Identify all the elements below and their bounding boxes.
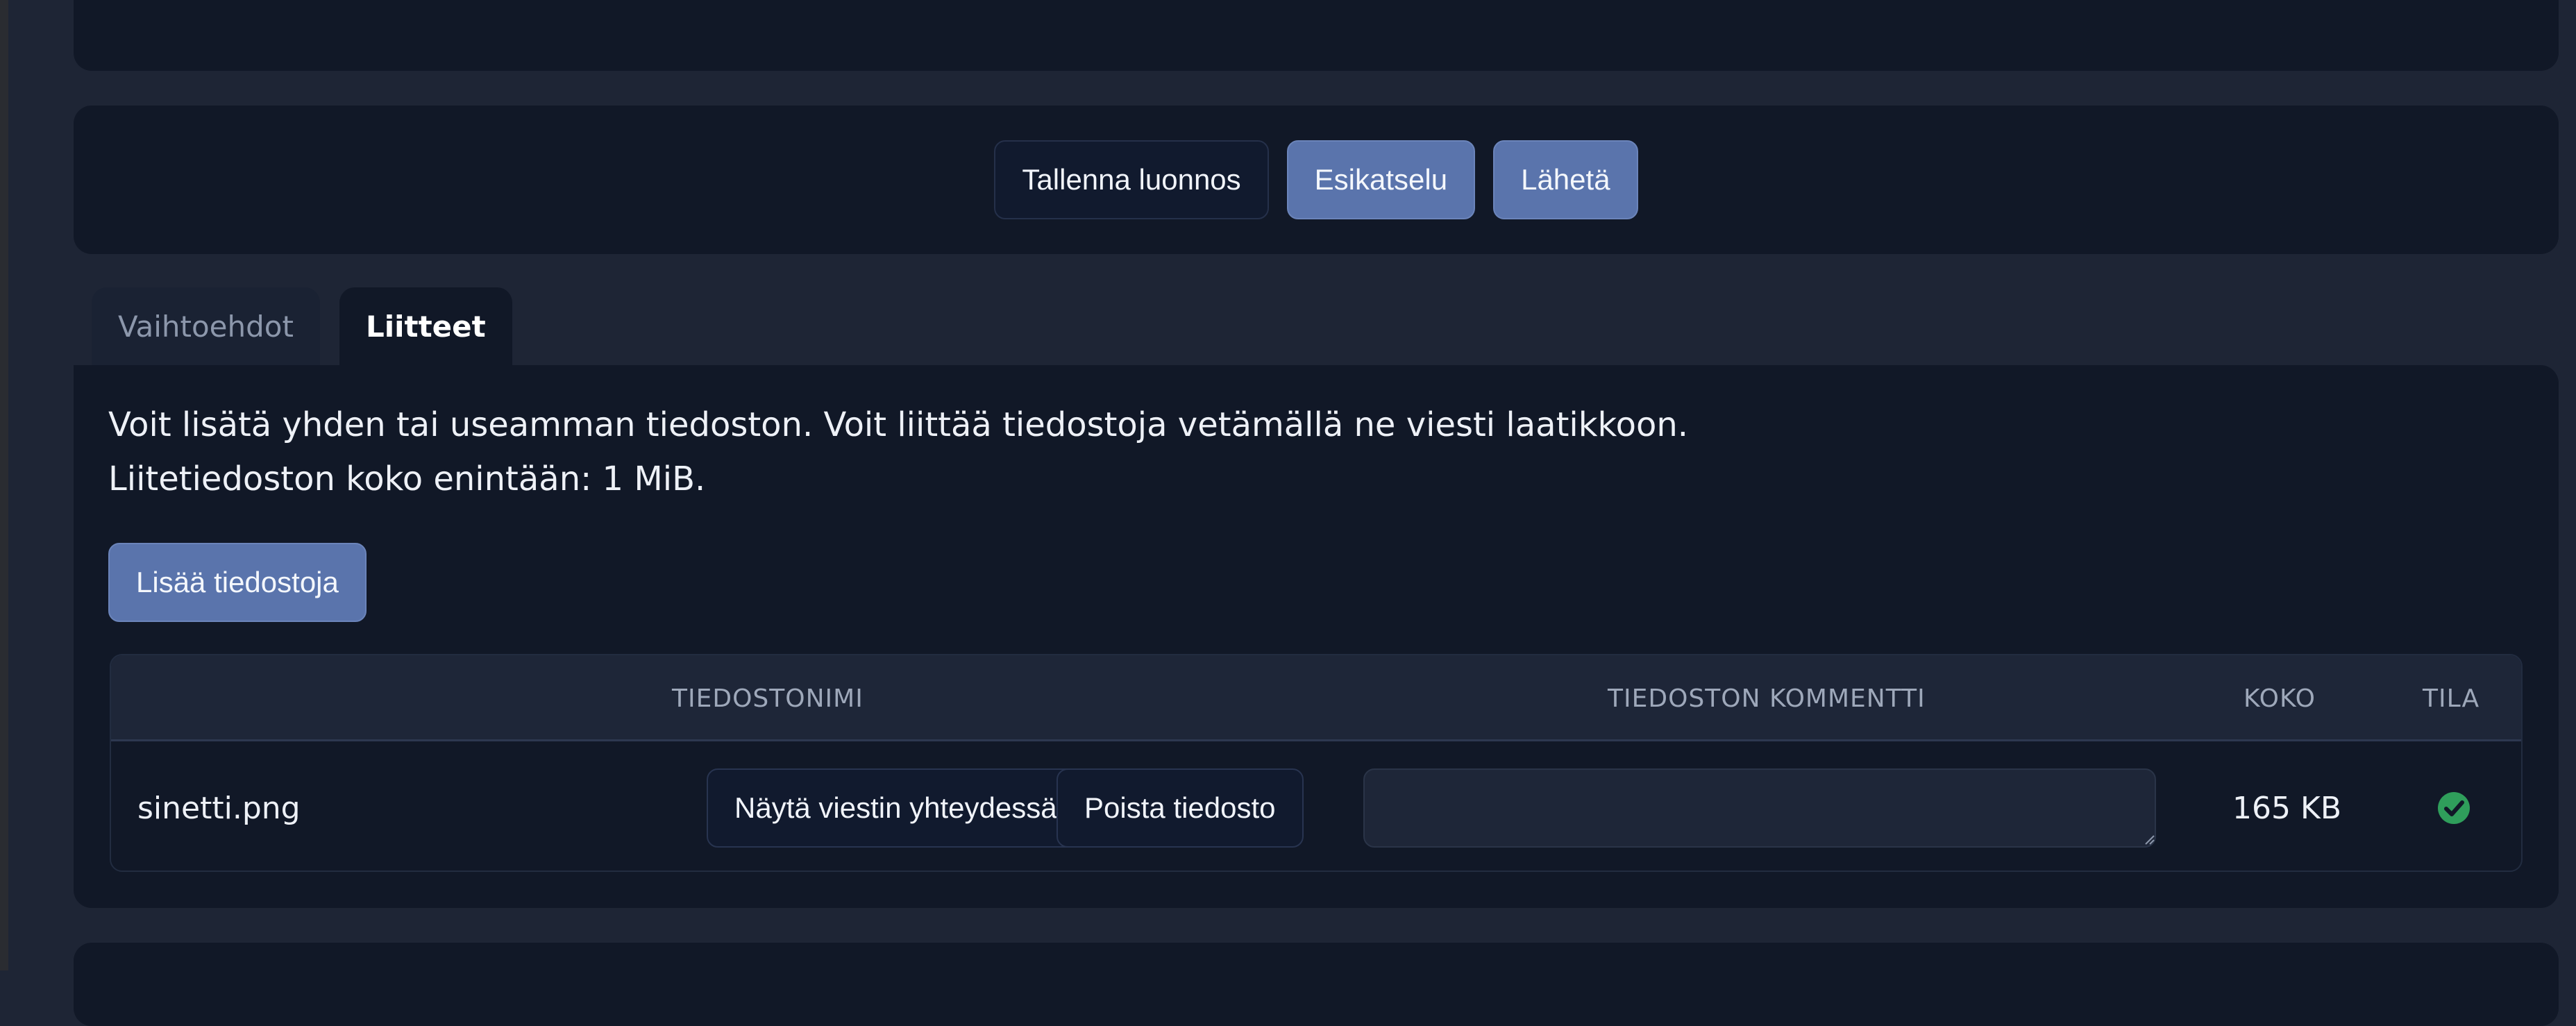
attachments-help-text: Voit lisätä yhden tai useamman tiedoston… — [108, 405, 1689, 444]
column-comment: TIEDOSTON KOMMENTTI — [1608, 684, 1926, 713]
tab-attachments[interactable]: Liitteet — [339, 287, 512, 365]
table-header: TIEDOSTONIMI TIEDOSTON KOMMENTTI KOKO TI… — [111, 655, 2521, 741]
check-circle-icon — [2438, 792, 2470, 824]
bottom-panel — [74, 943, 2559, 1026]
send-button[interactable]: Lähetä — [1493, 140, 1638, 219]
save-draft-button[interactable]: Tallenna luonnos — [994, 140, 1269, 219]
attachment-size-limit: Liitetiedoston koko enintään: 1 MiB. — [108, 460, 706, 498]
action-buttons: Tallenna luonnos Esikatselu Lähetä — [74, 140, 2559, 219]
attachment-size: 165 KB — [2232, 791, 2342, 826]
preview-button[interactable]: Esikatselu — [1286, 140, 1476, 219]
tab-bar: Vaihtoehdot Liitteet — [92, 287, 512, 365]
attachments-panel: Voit lisätä yhden tai useamman tiedoston… — [74, 365, 2559, 908]
add-files-button[interactable]: Lisää tiedostoja — [108, 543, 367, 622]
attachment-filename: sinetti.png — [137, 791, 301, 826]
window-edge — [0, 0, 8, 970]
file-comment-input[interactable] — [1363, 768, 2156, 848]
attachments-table: TIEDOSTONIMI TIEDOSTON KOMMENTTI KOKO TI… — [110, 654, 2523, 872]
action-panel: Tallenna luonnos Esikatselu Lähetä — [74, 106, 2559, 254]
column-size: KOKO — [2244, 684, 2316, 713]
column-filename: TIEDOSTONIMI — [672, 684, 864, 713]
show-in-message-button[interactable]: Näytä viestin yhteydessä — [707, 768, 1085, 848]
resize-grip-icon[interactable] — [2144, 834, 2155, 845]
tab-options[interactable]: Vaihtoehdot — [92, 287, 320, 365]
column-status: TILA — [2423, 684, 2480, 713]
top-panel — [74, 0, 2559, 71]
delete-file-button[interactable]: Poista tiedosto — [1057, 768, 1304, 848]
table-row: sinetti.png Näytä viestin yhteydessä Poi… — [111, 743, 2521, 871]
